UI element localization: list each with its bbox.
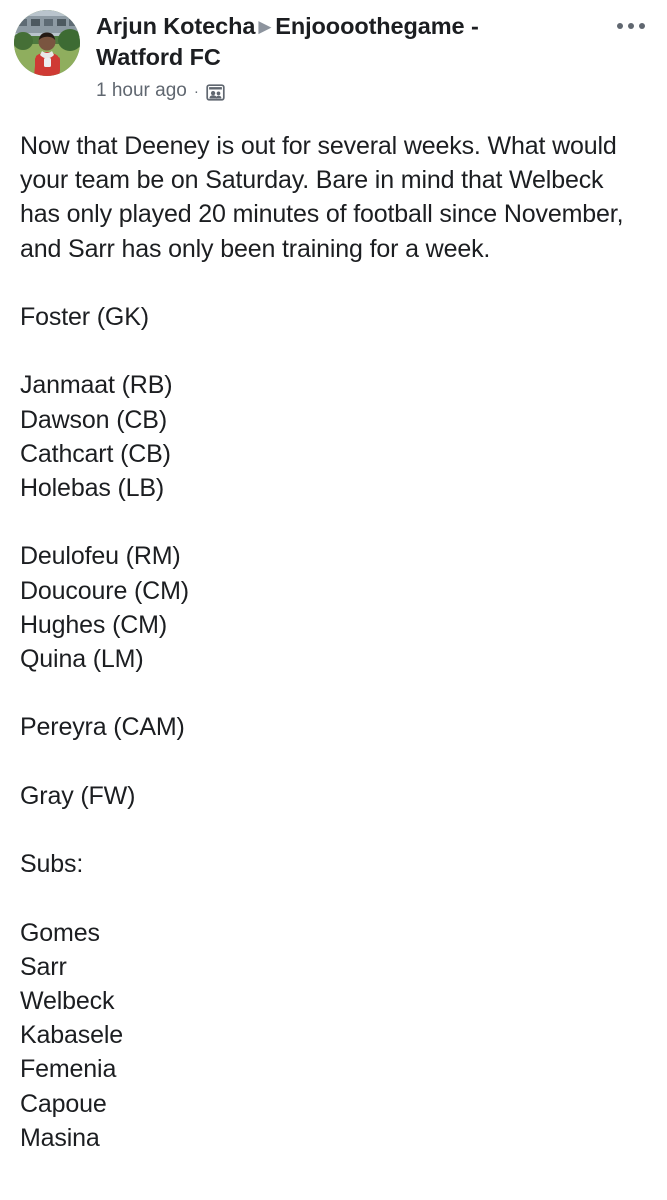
- post-timestamp[interactable]: 1 hour ago: [96, 79, 187, 103]
- ellipsis-horizontal-icon: [617, 23, 623, 29]
- post-meta: 1 hour ago ·: [96, 79, 566, 103]
- byline: Arjun Kotecha ▶ Enjoooothegame - Watford F…: [96, 11, 566, 72]
- post-body: Now that Deeney is out for several weeks…: [0, 129, 667, 1155]
- triangle-right-icon: ▶: [258, 17, 272, 36]
- user-avatar-photo: [14, 10, 80, 76]
- header-text: Arjun Kotecha ▶ Enjoooothegame - Watford F…: [96, 9, 566, 103]
- facebook-post: Arjun Kotecha ▶ Enjoooothegame - Watford F…: [0, 0, 667, 1200]
- ellipsis-horizontal-icon: [639, 23, 645, 29]
- meta-separator-dot: ·: [193, 82, 199, 100]
- group-privacy-icon[interactable]: [206, 83, 225, 102]
- ellipsis-horizontal-icon: [628, 23, 634, 29]
- avatar[interactable]: [14, 10, 80, 76]
- post-header: Arjun Kotecha ▶ Enjoooothegame - Watford F…: [0, 0, 667, 103]
- more-options-button[interactable]: [609, 12, 653, 40]
- post-author-name[interactable]: Arjun Kotecha: [96, 13, 255, 39]
- post-message-text: Now that Deeney is out for several weeks…: [20, 132, 624, 1152]
